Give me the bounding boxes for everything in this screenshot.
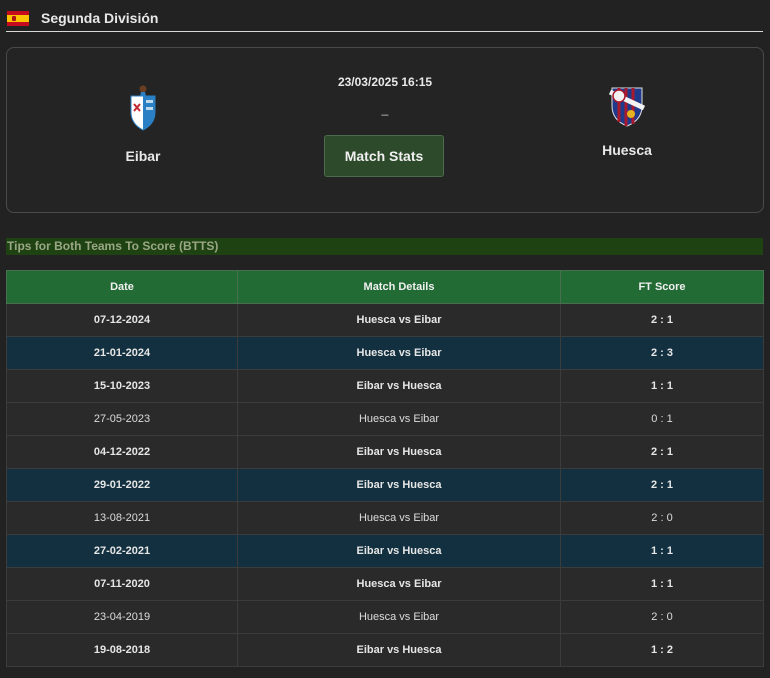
away-team[interactable]: Huesca bbox=[557, 84, 697, 158]
spain-flag-icon bbox=[7, 11, 29, 26]
home-team-name: Eibar bbox=[125, 148, 161, 164]
table-row[interactable]: 13-08-2021 Huesca vs Eibar 2 : 0 bbox=[6, 501, 764, 535]
cell-match-details: Eibar vs Huesca bbox=[237, 534, 561, 568]
cell-ft-score: 1 : 1 bbox=[560, 567, 764, 601]
table-row[interactable]: 27-02-2021 Eibar vs Huesca 1 : 1 bbox=[6, 534, 764, 568]
btts-section-title: Tips for Both Teams To Score (BTTS) bbox=[6, 238, 763, 255]
table-row[interactable]: 27-05-2023 Huesca vs Eibar 0 : 1 bbox=[6, 402, 764, 436]
cell-date: 23-04-2019 bbox=[6, 600, 238, 634]
cell-match-details: Huesca vs Eibar bbox=[237, 501, 561, 535]
table-row[interactable]: 04-12-2022 Eibar vs Huesca 2 : 1 bbox=[6, 435, 764, 469]
cell-match-details: Eibar vs Huesca bbox=[237, 435, 561, 469]
cell-match-details: Eibar vs Huesca bbox=[237, 633, 561, 667]
cell-match-details: Eibar vs Huesca bbox=[237, 468, 561, 502]
home-team[interactable]: Eibar bbox=[73, 84, 213, 164]
league-header: Segunda División bbox=[6, 6, 763, 32]
cell-date: 07-11-2020 bbox=[6, 567, 238, 601]
cell-ft-score: 2 : 0 bbox=[560, 600, 764, 634]
cell-match-details: Huesca vs Eibar bbox=[237, 402, 561, 436]
cell-match-details: Huesca vs Eibar bbox=[237, 336, 561, 370]
league-name[interactable]: Segunda División bbox=[41, 10, 158, 26]
cell-date: 13-08-2021 bbox=[6, 501, 238, 535]
match-stats-button[interactable]: Match Stats bbox=[324, 135, 444, 177]
column-header-date: Date bbox=[6, 270, 238, 304]
cell-match-details: Eibar vs Huesca bbox=[237, 369, 561, 403]
away-team-name: Huesca bbox=[602, 142, 652, 158]
cell-ft-score: 2 : 3 bbox=[560, 336, 764, 370]
table-row[interactable]: 21-01-2024 Huesca vs Eibar 2 : 3 bbox=[6, 336, 764, 370]
table-row[interactable]: 23-04-2019 Huesca vs Eibar 2 : 0 bbox=[6, 600, 764, 634]
cell-ft-score: 2 : 1 bbox=[560, 435, 764, 469]
cell-ft-score: 2 : 1 bbox=[560, 468, 764, 502]
table-header-row: Date Match Details FT Score bbox=[6, 270, 764, 304]
head-to-head-table: Date Match Details FT Score 07-12-2024 Hu… bbox=[6, 270, 764, 667]
huesca-crest-icon bbox=[608, 87, 646, 127]
cell-date: 19-08-2018 bbox=[6, 633, 238, 667]
cell-ft-score: 1 : 1 bbox=[560, 534, 764, 568]
cell-date: 07-12-2024 bbox=[6, 303, 238, 337]
cell-ft-score: 0 : 1 bbox=[560, 402, 764, 436]
table-row[interactable]: 07-12-2024 Huesca vs Eibar 2 : 1 bbox=[6, 303, 764, 337]
column-header-match-details: Match Details bbox=[237, 270, 561, 304]
cell-date: 27-05-2023 bbox=[6, 402, 238, 436]
table-row[interactable]: 07-11-2020 Huesca vs Eibar 1 : 1 bbox=[6, 567, 764, 601]
cell-match-details: Huesca vs Eibar bbox=[237, 303, 561, 337]
cell-date: 04-12-2022 bbox=[6, 435, 238, 469]
cell-match-details: Huesca vs Eibar bbox=[237, 567, 561, 601]
cell-date: 29-01-2022 bbox=[6, 468, 238, 502]
cell-ft-score: 2 : 0 bbox=[560, 501, 764, 535]
cell-date: 27-02-2021 bbox=[6, 534, 238, 568]
cell-ft-score: 1 : 2 bbox=[560, 633, 764, 667]
cell-ft-score: 1 : 1 bbox=[560, 369, 764, 403]
cell-match-details: Huesca vs Eibar bbox=[237, 600, 561, 634]
match-card: Eibar 23/03/2025 16:15 _ Match Stats Hue… bbox=[6, 47, 764, 213]
cell-date: 15-10-2023 bbox=[6, 369, 238, 403]
column-header-ft-score: FT Score bbox=[560, 270, 764, 304]
table-row[interactable]: 29-01-2022 Eibar vs Huesca 2 : 1 bbox=[6, 468, 764, 502]
cell-ft-score: 2 : 1 bbox=[560, 303, 764, 337]
table-row[interactable]: 19-08-2018 Eibar vs Huesca 1 : 2 bbox=[6, 633, 764, 667]
table-row[interactable]: 15-10-2023 Eibar vs Huesca 1 : 1 bbox=[6, 369, 764, 403]
cell-date: 21-01-2024 bbox=[6, 336, 238, 370]
